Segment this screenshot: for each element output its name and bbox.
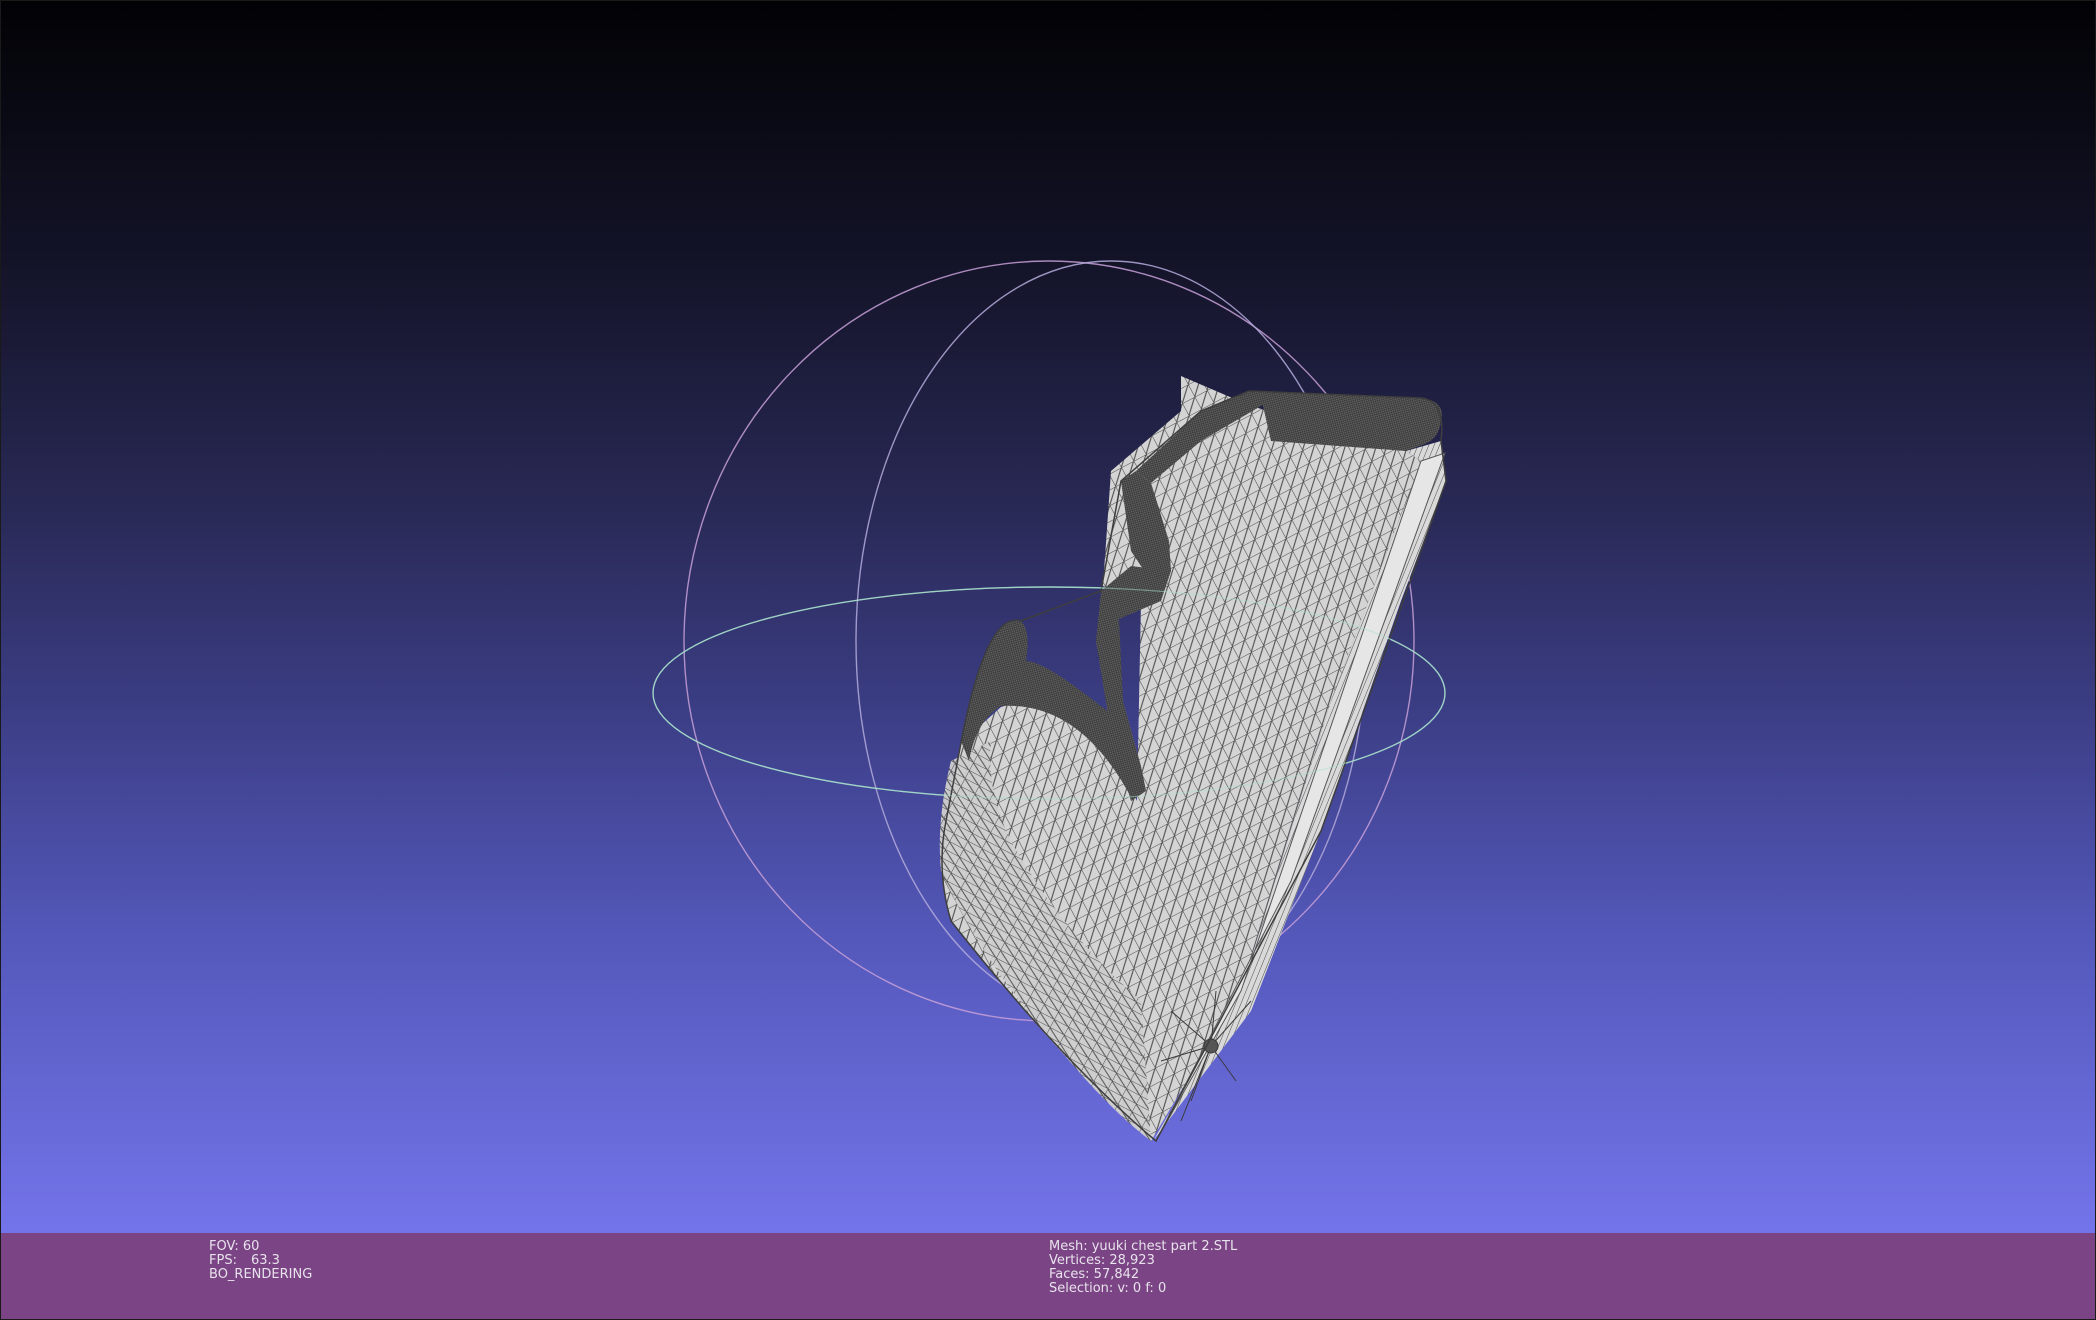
mesh-front-face (942, 376, 1421, 1141)
render-info: FOV: 60 FPS: 63.3 BO_RENDERING (209, 1240, 312, 1282)
fps-label: FPS: (209, 1253, 237, 1268)
selection-count: Selection: v: 0 f: 0 (1049, 1281, 1167, 1296)
mesh-name: Mesh: yuuki chest part 2.STL (1049, 1239, 1238, 1254)
info-overlay: FOV: 60 FPS: 63.3 BO_RENDERING Mesh: yuuk… (1, 1233, 2095, 1319)
render-mode: BO_RENDERING (209, 1267, 313, 1282)
face-count: Faces: 57,842 (1049, 1267, 1140, 1282)
fov-readout: FOV: 60 (209, 1239, 260, 1254)
mesh-model[interactable] (939, 376, 1447, 1143)
3d-viewport[interactable] (1, 1, 2095, 1233)
mesh-info: Mesh: yuuki chest part 2.STL Vertices: 2… (1049, 1240, 1237, 1296)
vertex-count: Vertices: 28,923 (1049, 1253, 1155, 1268)
fps-value: 63.3 (250, 1253, 280, 1268)
scene-svg (652, 260, 1447, 1143)
meshlab-window: FOV: 60 FPS: 63.3 BO_RENDERING Mesh: yuuk… (0, 0, 2096, 1320)
fps-readout: FPS: 63.3 (209, 1254, 312, 1268)
